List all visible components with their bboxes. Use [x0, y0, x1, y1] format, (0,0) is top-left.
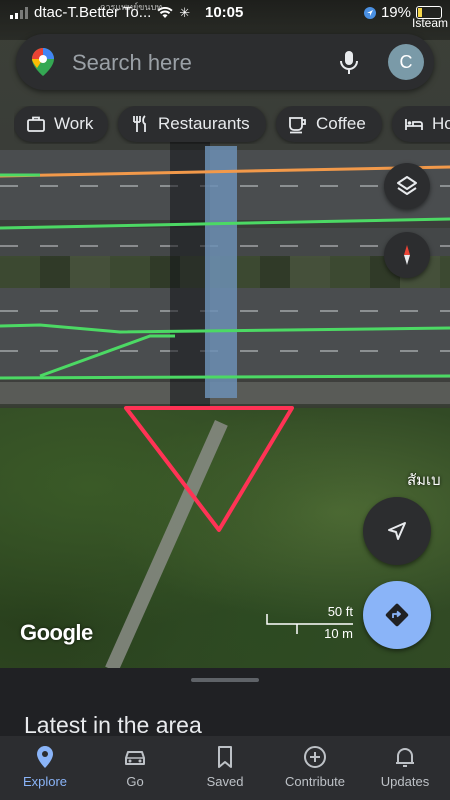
my-location-button[interactable]	[363, 497, 431, 565]
category-chips: Work Restaurants Coffee Ho	[14, 106, 450, 144]
chip-label: Ho	[432, 114, 450, 133]
sheet-drag-handle[interactable]	[191, 678, 259, 682]
map-pin-icon	[37, 746, 53, 768]
thai-notification-text: การแพทย์ขนบท	[100, 2, 163, 12]
chip-restaurants[interactable]: Restaurants	[118, 106, 266, 142]
traffic-line-green	[0, 217, 450, 230]
chip-hotels[interactable]: Ho	[392, 106, 450, 142]
nav-go[interactable]: Go	[90, 744, 180, 789]
bed-icon	[405, 119, 423, 130]
red-triangle-annotation	[124, 406, 294, 532]
google-attribution: Google	[20, 620, 93, 645]
location-arrow-icon	[363, 6, 376, 19]
scale-meters: 10 m	[324, 626, 353, 641]
traffic-line-green	[0, 374, 450, 380]
account-avatar[interactable]: C	[388, 44, 424, 80]
layers-button[interactable]	[384, 163, 430, 209]
signal-icon	[10, 6, 28, 19]
chip-label: Work	[54, 114, 94, 133]
chip-label: Coffee	[316, 114, 366, 133]
nav-label: Contribute	[285, 774, 345, 789]
navigation-arrow-icon	[388, 522, 406, 540]
car-icon	[125, 751, 145, 765]
nav-label: Updates	[380, 774, 430, 789]
scale-bar: 50 ft 10 m	[265, 604, 355, 641]
nav-saved[interactable]: Saved	[180, 744, 270, 789]
microphone-icon[interactable]	[338, 50, 360, 76]
plus-circle-icon	[304, 746, 326, 768]
loading-icon: ✳	[179, 4, 191, 20]
layers-icon	[397, 176, 417, 195]
search-input[interactable]: Search here	[72, 50, 192, 76]
chip-work[interactable]: Work	[14, 106, 108, 142]
briefcase-icon	[27, 116, 45, 132]
nav-label: Go	[126, 774, 144, 789]
coffee-cup-icon	[289, 117, 306, 134]
map-overlay	[0, 165, 450, 532]
google-maps-pin-icon	[32, 48, 54, 76]
battery-percent: 19%	[380, 4, 411, 21]
directions-icon	[385, 603, 409, 627]
satellite-map[interactable]: สัมเบ Google 50 ft 10 m	[0, 0, 450, 668]
bottom-navigation: Explore Go Saved Contribute Updates	[0, 736, 450, 800]
clock: 10:05	[205, 4, 244, 21]
fork-knife-icon	[133, 115, 146, 132]
nav-updates[interactable]: Updates	[360, 744, 450, 789]
place-label[interactable]: สัมเบ	[407, 468, 441, 492]
bottom-sheet[interactable]: Latest in the area	[0, 668, 450, 736]
status-bar: dtac-T.Better To... ✳ การแพทย์ขนบท 10:05…	[0, 0, 450, 30]
chip-label: Restaurants	[158, 114, 250, 133]
compass-icon	[404, 245, 410, 265]
nav-label: Saved	[206, 774, 244, 789]
compass-button[interactable]	[384, 232, 430, 278]
bookmark-icon	[218, 746, 232, 768]
nav-label: Explore	[22, 774, 68, 789]
nav-explore[interactable]: Explore	[0, 744, 90, 789]
sheet-title: Latest in the area	[24, 712, 202, 736]
traffic-line-orange	[0, 165, 450, 178]
nav-contribute[interactable]: Contribute	[270, 744, 360, 789]
search-bar[interactable]: Search here C	[16, 34, 434, 90]
traffic-line-green	[0, 323, 450, 334]
scale-feet: 50 ft	[327, 604, 353, 619]
bell-icon	[396, 748, 414, 767]
directions-button[interactable]	[363, 581, 431, 649]
traffic-line-green	[39, 334, 175, 378]
overlay-app-label: Isteam	[411, 16, 448, 30]
chip-coffee[interactable]: Coffee	[276, 106, 382, 142]
